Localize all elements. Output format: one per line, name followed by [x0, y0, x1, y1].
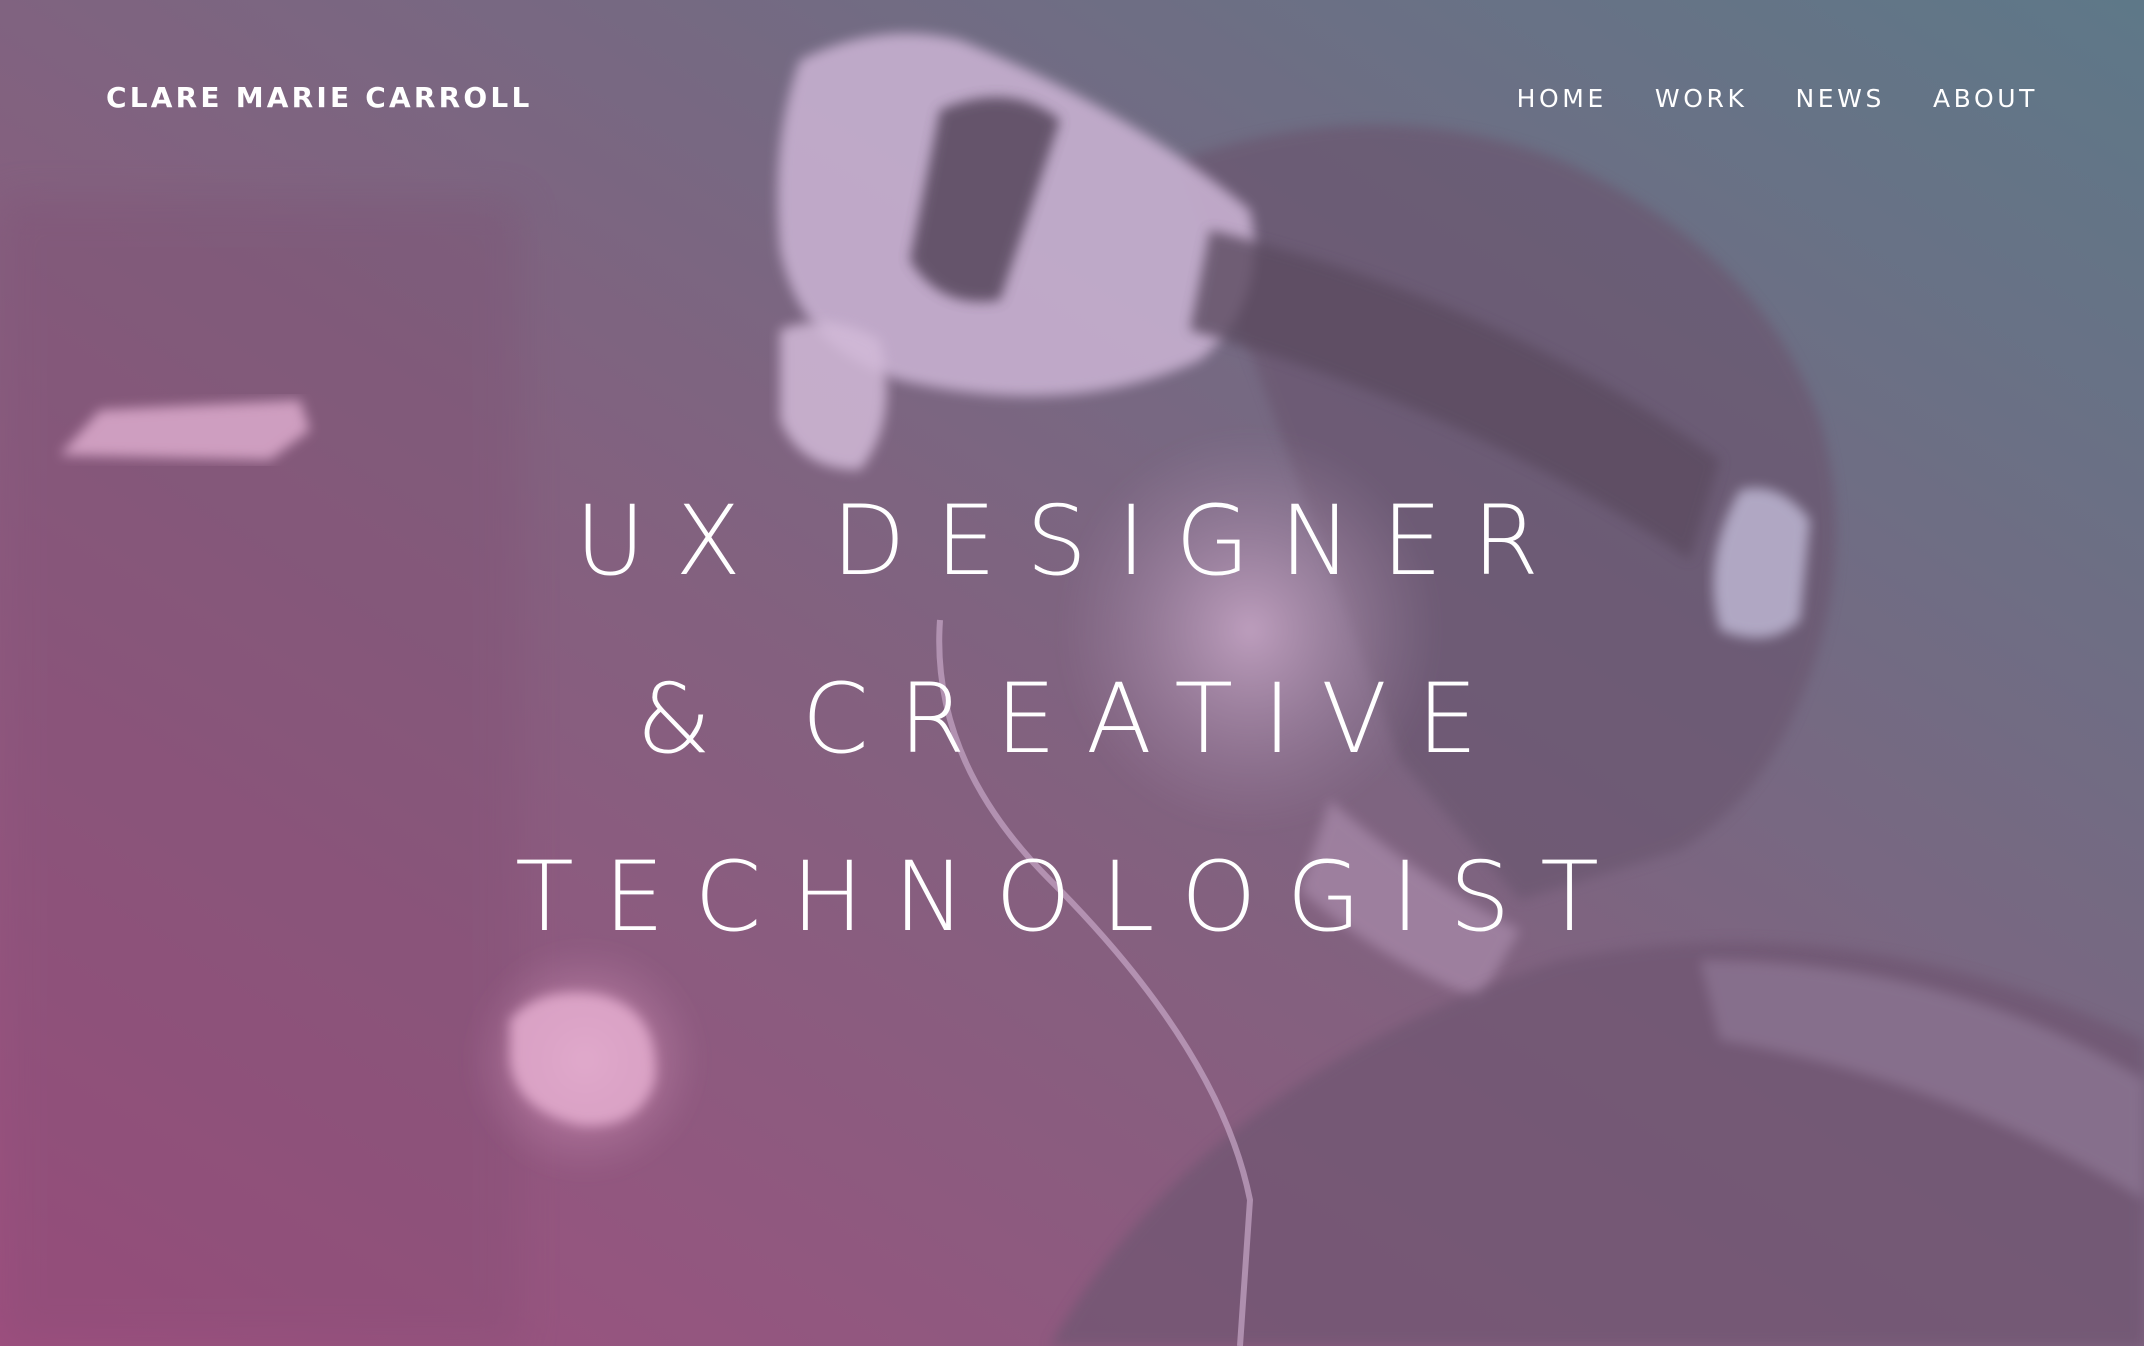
- hero-line-3: TECHNOLOGIST: [515, 841, 1629, 953]
- nav-link-news[interactable]: NEWS: [1795, 82, 1885, 116]
- site-header: CLARE MARIE CARROLL HOME WORK NEWS ABOUT: [0, 0, 2144, 200]
- site-title[interactable]: CLARE MARIE CARROLL: [106, 80, 533, 116]
- hero-heading: UX DESIGNER & CREATIVE TECHNOLOGIST: [0, 452, 2144, 986]
- hero-line-2: & CREATIVE: [636, 663, 1508, 775]
- main-nav: HOME WORK NEWS ABOUT: [1517, 82, 2038, 116]
- nav-link-about[interactable]: ABOUT: [1933, 82, 2038, 116]
- nav-link-home[interactable]: HOME: [1517, 82, 1607, 116]
- nav-link-work[interactable]: WORK: [1655, 82, 1748, 116]
- hero-line-1: UX DESIGNER: [575, 485, 1569, 597]
